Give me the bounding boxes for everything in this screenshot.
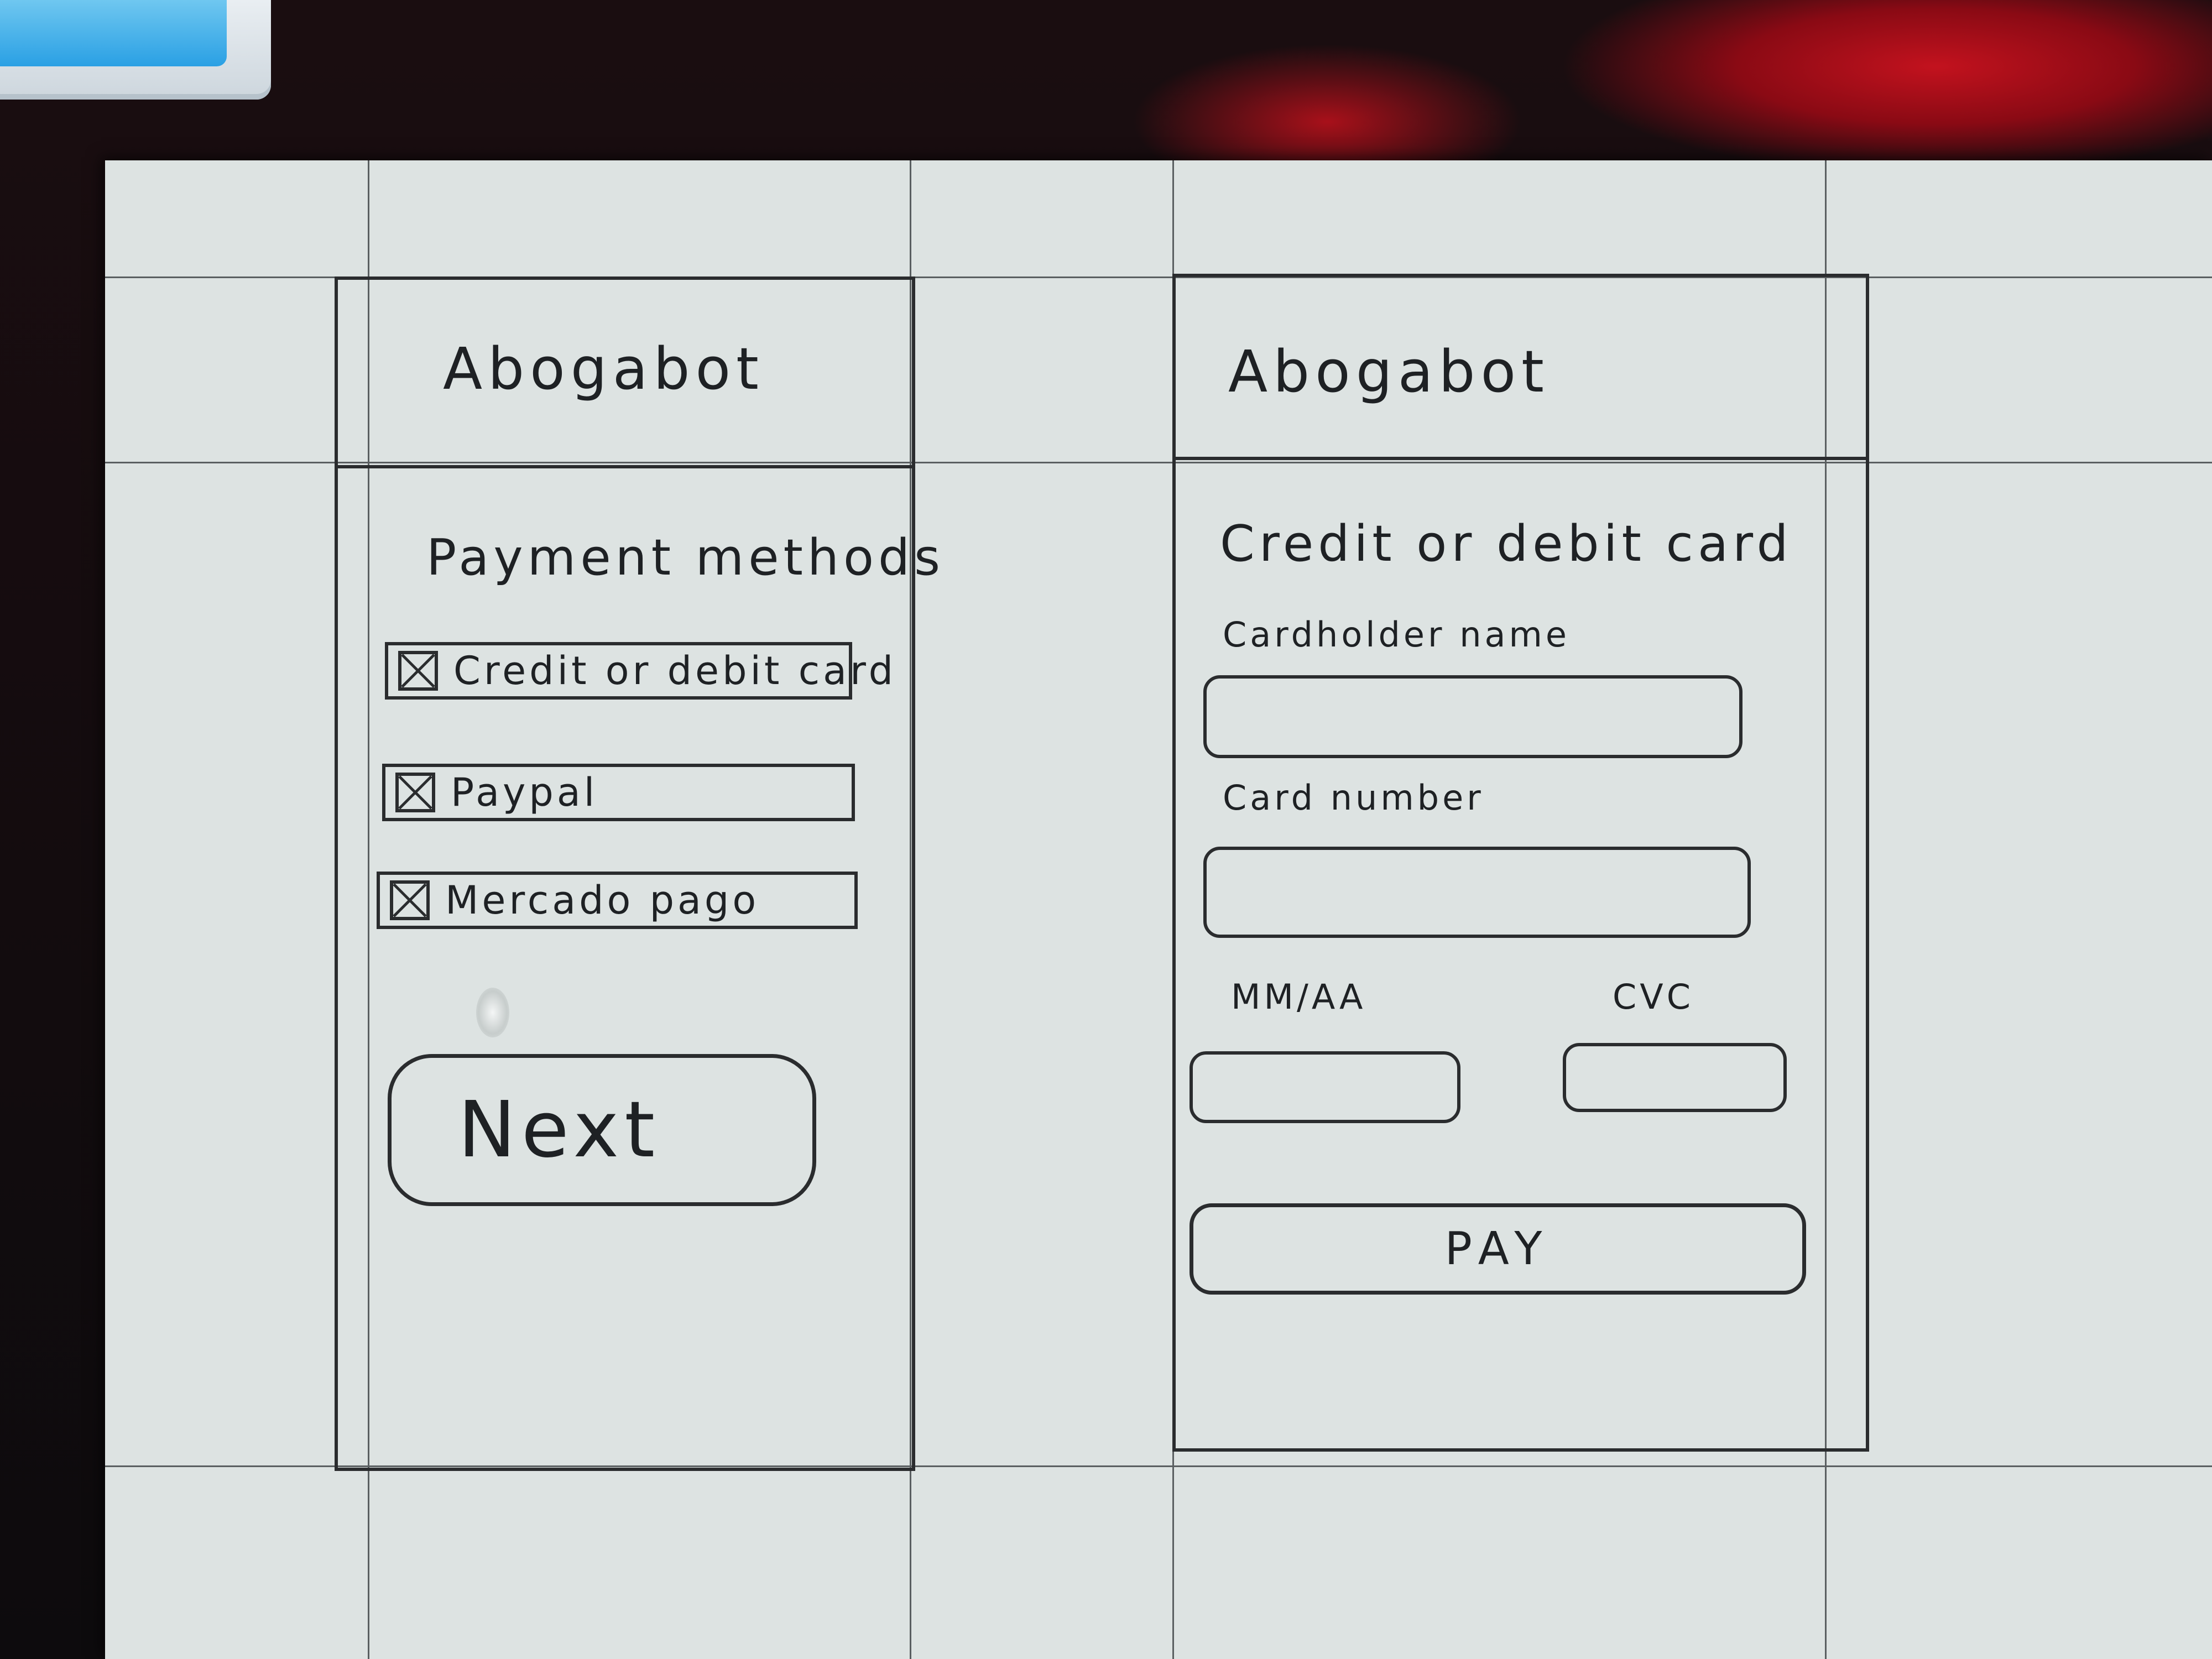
option-label: Paypal (451, 770, 598, 815)
next-button[interactable]: Next (388, 1054, 816, 1206)
card-number-input[interactable] (1203, 847, 1751, 938)
section-title: Credit or debit card (1220, 515, 1793, 573)
option-label: Credit or debit card (453, 648, 897, 693)
expiry-label: MM/AA (1231, 977, 1366, 1017)
expiry-input[interactable] (1190, 1051, 1460, 1123)
payment-option-mercado-pago[interactable]: Mercado pago (377, 872, 858, 929)
cvc-label: CVC (1613, 977, 1694, 1017)
checkbox-checked-icon[interactable] (398, 651, 438, 691)
header-divider (338, 465, 912, 468)
card-number-label: Card number (1223, 778, 1484, 818)
payment-option-paypal[interactable]: Paypal (382, 764, 855, 821)
cardholder-name-input[interactable] (1203, 675, 1743, 758)
checkbox-checked-icon[interactable] (390, 880, 430, 920)
app-title: Abogabot (443, 335, 764, 403)
keyboard-keycap (0, 0, 271, 100)
eraser-smudge (476, 988, 509, 1037)
cvc-input[interactable] (1563, 1043, 1787, 1112)
desk-background: Abogabot Payment methods Credit or debit… (0, 0, 2212, 1659)
option-label: Mercado pago (445, 878, 760, 923)
header-divider (1176, 457, 1866, 460)
app-title: Abogabot (1228, 338, 1550, 405)
keycap-blue-light (0, 0, 227, 66)
screen-payment-methods: Abogabot Payment methods Credit or debit… (335, 276, 940, 1471)
checkbox-checked-icon[interactable] (395, 773, 435, 812)
payment-option-card[interactable]: Credit or debit card (385, 642, 893, 700)
cardholder-name-label: Cardholder name (1223, 614, 1571, 655)
pay-button[interactable]: PAY (1190, 1203, 1806, 1295)
screen-card-details: Abogabot Credit or debit card Cardholder… (1172, 274, 1869, 1452)
section-title: Payment methods (426, 529, 945, 587)
